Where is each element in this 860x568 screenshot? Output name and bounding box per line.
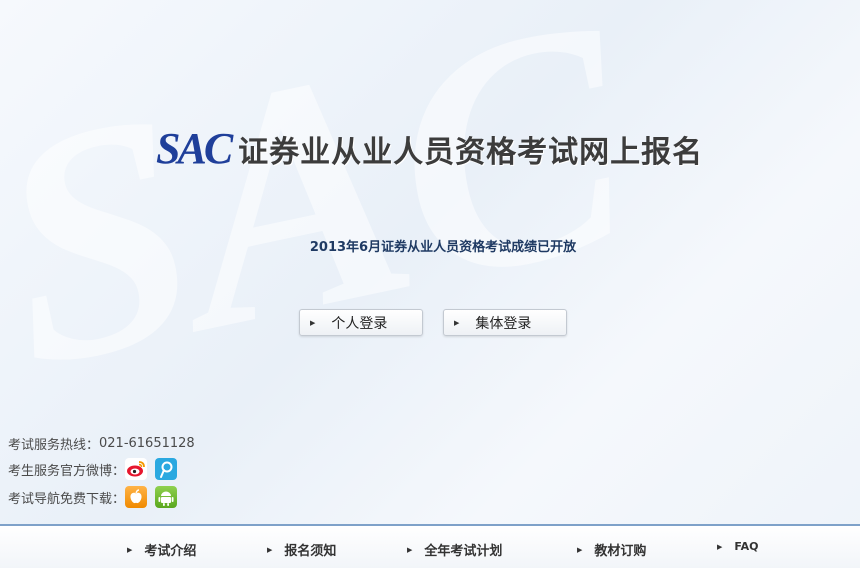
header: SAC 证券业从业人员资格考试网上报名 — [156, 124, 703, 174]
nav-label: 考试介绍 — [144, 544, 197, 559]
arrow-right-icon: ▶ — [717, 542, 723, 551]
weibo-label: 考生服务官方微博： — [8, 463, 126, 479]
arrow-right-icon: ▶ — [310, 318, 316, 327]
nav-label: 教材订购 — [594, 544, 647, 559]
sina-weibo-icon[interactable] — [125, 458, 148, 480]
arrow-right-icon: ▶ — [407, 545, 413, 554]
nav-registration-notes[interactable]: ▶ 报名须知 — [267, 540, 336, 559]
hotline-label: 考试服务热线： — [8, 437, 100, 453]
footer-nav: ▶ 考试介绍 ▶ 报名须知 ▶ 全年考试计划 ▶ 教材订购 ▶ FAQ — [0, 524, 860, 568]
hotline-line: 考试服务热线： 021-61651128 — [8, 431, 195, 455]
nav-exam-intro[interactable]: ▶ 考试介绍 — [127, 540, 196, 559]
hotline-number: 021-61651128 — [99, 435, 195, 451]
android-icon[interactable] — [155, 486, 178, 508]
nav-label: 报名须知 — [284, 544, 337, 559]
download-line: 考试导航免费下载： — [8, 485, 185, 509]
nav-annual-plan[interactable]: ▶ 全年考试计划 — [407, 540, 502, 559]
sac-logo: SAC — [156, 124, 233, 173]
group-login-label: 集体登录 — [475, 315, 532, 332]
group-login-button[interactable]: ▶ 集体登录 — [443, 309, 567, 336]
nav-label: FAQ — [734, 540, 759, 553]
arrow-right-icon: ▶ — [577, 545, 583, 554]
arrow-right-icon: ▶ — [127, 545, 133, 554]
arrow-right-icon: ▶ — [267, 545, 273, 554]
personal-login-label: 个人登录 — [331, 315, 388, 332]
nav-textbook-order[interactable]: ▶ 教材订购 — [577, 540, 646, 559]
weibo-line: 考生服务官方微博： — [8, 457, 185, 481]
svg-text:SAC: SAC — [0, 0, 662, 437]
tencent-weibo-icon[interactable] — [155, 458, 178, 480]
arrow-right-icon: ▶ — [454, 318, 460, 327]
notice-link[interactable]: 2013年6月证券从业人员资格考试成绩已开放 — [0, 236, 860, 255]
nav-label: 全年考试计划 — [424, 544, 503, 559]
nav-faq[interactable]: ▶ FAQ — [717, 540, 759, 553]
personal-login-button[interactable]: ▶ 个人登录 — [299, 309, 423, 336]
site-title: 证券业从业人员资格考试网上报名 — [238, 135, 704, 170]
download-label: 考试导航免费下载： — [8, 491, 126, 507]
apple-icon[interactable] — [125, 486, 148, 508]
